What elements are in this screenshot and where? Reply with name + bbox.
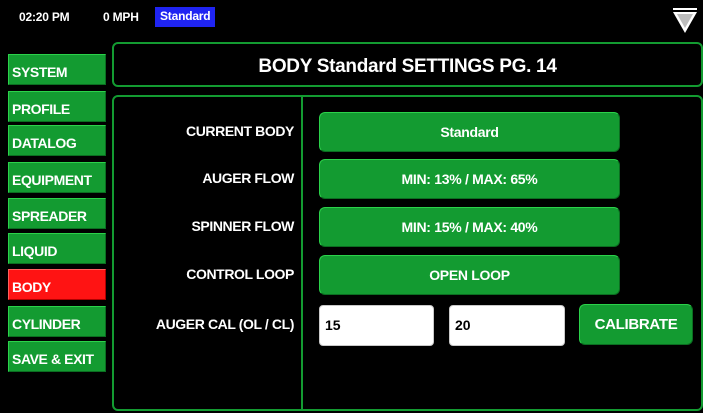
control-loop-button[interactable]: OPEN LOOP bbox=[319, 255, 620, 295]
sidebar-item-cylinder[interactable]: CYLINDER bbox=[8, 306, 106, 337]
auger-cal-ol-input[interactable]: 15 bbox=[319, 305, 434, 346]
calibrate-button[interactable]: CALIBRATE bbox=[579, 304, 693, 345]
current-body-label: CURRENT BODY bbox=[186, 123, 294, 139]
speed-readout: 0 MPH bbox=[103, 10, 139, 24]
spinner-flow-button[interactable]: MIN: 15% / MAX: 40% bbox=[319, 207, 620, 247]
page-title-panel: BODY Standard SETTINGS PG. 14 bbox=[112, 42, 703, 87]
control-loop-label: CONTROL LOOP bbox=[186, 266, 294, 282]
current-body-button[interactable]: Standard bbox=[319, 112, 620, 152]
clock-text: 02:20 PM bbox=[19, 10, 70, 24]
device-screen: 02:20 PM 0 MPH Standard SYSTEM PROFILE D… bbox=[0, 0, 717, 413]
sidebar-item-spreader[interactable]: SPREADER bbox=[8, 198, 106, 229]
auger-flow-button[interactable]: MIN: 13% / MAX: 65% bbox=[319, 159, 620, 199]
status-bar: 02:20 PM 0 MPH Standard bbox=[0, 0, 703, 36]
auger-cal-cl-input[interactable]: 20 bbox=[449, 305, 565, 346]
sidebar-item-save-exit[interactable]: SAVE & EXIT bbox=[8, 341, 106, 372]
down-triangle-icon[interactable] bbox=[672, 6, 698, 34]
spinner-flow-label: SPINNER FLOW bbox=[191, 218, 294, 234]
sidebar-item-system[interactable]: SYSTEM bbox=[8, 54, 106, 85]
sidebar-item-datalog[interactable]: DATALOG bbox=[8, 125, 106, 156]
body-settings-panel: CURRENT BODY Standard AUGER FLOW MIN: 13… bbox=[112, 95, 703, 411]
sidebar-item-liquid[interactable]: LIQUID bbox=[8, 233, 106, 264]
page-title: BODY Standard SETTINGS PG. 14 bbox=[258, 56, 557, 77]
panel-divider bbox=[301, 97, 303, 409]
sidebar-item-profile[interactable]: PROFILE bbox=[8, 91, 106, 122]
auger-flow-label: AUGER FLOW bbox=[202, 170, 294, 186]
sidebar-item-equipment[interactable]: EQUIPMENT bbox=[8, 162, 106, 193]
auger-cal-label: AUGER CAL (OL / CL) bbox=[155, 316, 295, 332]
active-profile-badge: Standard bbox=[155, 7, 216, 27]
sidebar-item-body[interactable]: BODY bbox=[8, 269, 106, 300]
display-frame: 02:20 PM 0 MPH Standard SYSTEM PROFILE D… bbox=[0, 0, 703, 413]
